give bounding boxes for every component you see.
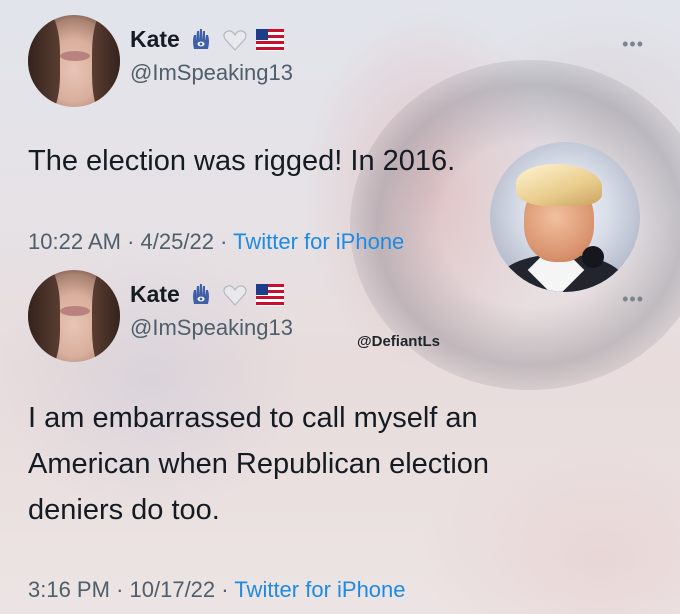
tweet-meta: 3:16 PM · 10/17/22 · Twitter for iPhone <box>28 577 406 603</box>
hamsa-hand-icon <box>192 283 209 304</box>
tweet-time[interactable]: 10:22 AM <box>28 229 121 254</box>
tweet-source-link[interactable]: Twitter for iPhone <box>234 577 405 602</box>
tweet-meta: 10:22 AM · 4/25/22 · Twitter for iPhone <box>28 229 404 255</box>
us-flag-icon <box>255 28 284 51</box>
meta-separator: · <box>127 229 135 254</box>
tweet-source-link[interactable]: Twitter for iPhone <box>233 229 404 254</box>
tweet-date[interactable]: 10/17/22 <box>130 577 216 602</box>
author-row: Kate <box>130 26 284 53</box>
avatar[interactable] <box>28 15 120 107</box>
tweet-text-line: American when Republican election <box>28 448 490 480</box>
more-options-icon[interactable]: ••• <box>622 34 644 55</box>
tweet-text: The election was rigged! In 2016. <box>28 138 455 184</box>
white-heart-icon <box>223 284 247 306</box>
tweet-time[interactable]: 3:16 PM <box>28 577 110 602</box>
tweet-text: I am embarrassed to call myself an Ameri… <box>28 395 489 533</box>
inset-photo <box>490 142 640 292</box>
author-handle[interactable]: @ImSpeaking13 <box>130 60 293 86</box>
watermark-text: @DefiantLs <box>357 333 440 350</box>
us-flag-icon <box>255 283 284 306</box>
tweet-date[interactable]: 4/25/22 <box>141 229 214 254</box>
more-options-icon[interactable]: ••• <box>622 289 644 310</box>
hamsa-hand-icon <box>192 28 209 49</box>
tweet-text-line: deniers do too. <box>28 494 220 526</box>
tweet-text-line: The election was rigged! In 2016. <box>28 145 456 177</box>
meta-separator: · <box>116 577 124 602</box>
meta-separator: · <box>221 577 229 602</box>
avatar[interactable] <box>28 270 120 362</box>
author-row: Kate <box>130 281 284 308</box>
meta-separator: · <box>220 229 228 254</box>
microphone-icon <box>582 246 604 268</box>
author-name[interactable]: Kate <box>130 281 180 308</box>
tweet-text-line: I am embarrassed to call myself an <box>28 402 478 434</box>
white-heart-icon <box>223 29 247 51</box>
author-name[interactable]: Kate <box>130 26 180 53</box>
inset-photo-hair <box>516 164 602 206</box>
author-handle[interactable]: @ImSpeaking13 <box>130 315 293 341</box>
